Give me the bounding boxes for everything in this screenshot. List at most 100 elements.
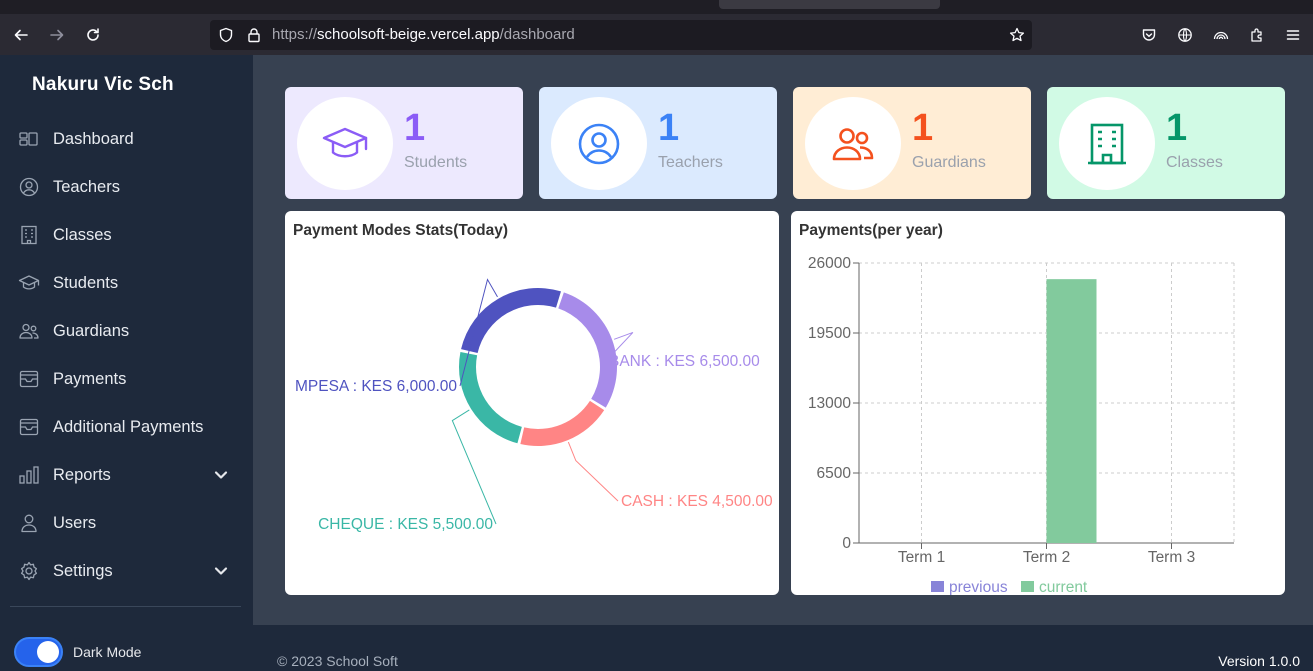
sidebar-item-settings[interactable]: Settings xyxy=(0,551,253,591)
globe-icon xyxy=(1178,28,1192,42)
forward-arrow-icon xyxy=(50,29,64,41)
donut-slice-cheque[interactable] xyxy=(459,352,522,444)
sidebar-item-label: Users xyxy=(53,513,97,532)
sidebar-divider xyxy=(10,606,241,607)
donut-slice-cash[interactable] xyxy=(520,400,605,446)
stat-icon-circle xyxy=(297,97,393,190)
donut-label: MPESA : KES 6,000.00 xyxy=(295,378,457,395)
dashboard-icon xyxy=(18,128,40,150)
footer-copyright: © 2023 School Soft xyxy=(277,653,398,669)
user-circle-icon xyxy=(578,123,620,164)
building-icon xyxy=(18,224,40,246)
url-bar[interactable]: https://schoolsoft-beige.vercel.app/dash… xyxy=(210,20,1032,50)
reload-button[interactable] xyxy=(78,20,108,50)
stat-card-guardians[interactable]: 1 Guardians xyxy=(793,87,1031,199)
legend-swatch xyxy=(1021,581,1034,592)
sidebar-item-label: Payments xyxy=(53,369,127,388)
users-icon xyxy=(832,127,874,160)
legend-label: current xyxy=(1039,579,1088,595)
sidebar: Nakuru Vic Sch Dashboard Teachers Classe… xyxy=(0,55,253,671)
x-tick-label: Term 1 xyxy=(898,549,945,566)
user-circle-icon xyxy=(18,176,40,198)
sidebar-item-classes[interactable]: Classes xyxy=(0,215,253,255)
stat-label: Classes xyxy=(1166,154,1223,171)
chevron-down-icon[interactable] xyxy=(213,467,229,483)
payments-per-year-panel: Payments(per year) 0 6500 13000 19500 26000 T… xyxy=(791,211,1285,595)
sidebar-item-dashboard[interactable]: Dashboard xyxy=(0,119,253,159)
forward-button[interactable] xyxy=(42,20,72,50)
pocket-icon xyxy=(1142,29,1156,41)
stat-label: Guardians xyxy=(912,154,986,171)
footer-version: Version 1.0.0 xyxy=(1218,653,1300,669)
stat-card-classes[interactable]: 1 Classes xyxy=(1047,87,1285,199)
payments-bar-chart: 0 6500 13000 19500 26000 Term 1 Term 2 Term 3 pr… xyxy=(808,255,1235,595)
legend-label: previous xyxy=(949,579,1008,595)
sidebar-item-users[interactable]: Users xyxy=(0,503,253,543)
puzzle-icon xyxy=(1251,28,1262,42)
chevron-down-icon[interactable] xyxy=(213,563,229,579)
sidebar-item-label: Additional Payments xyxy=(53,417,204,436)
donut-label: BANK : KES 6,500.00 xyxy=(609,353,760,370)
dark-mode-toggle[interactable] xyxy=(14,637,63,667)
globe-button[interactable] xyxy=(1170,20,1200,50)
graduation-cap-icon xyxy=(322,127,368,157)
y-tick-label: 0 xyxy=(842,535,851,552)
sidebar-item-label: Teachers xyxy=(53,177,120,196)
sidebar-item-students[interactable]: Students xyxy=(0,263,253,303)
x-tick-label: Term 3 xyxy=(1148,549,1195,566)
donut-label: CHEQUE : KES 5,500.00 xyxy=(318,516,493,533)
donut-label: CASH : KES 4,500.00 xyxy=(621,493,773,510)
footer: © 2023 School Soft Version 1.0.0 xyxy=(253,625,1313,671)
pocket-button[interactable] xyxy=(1134,20,1164,50)
hamburger-icon xyxy=(1286,30,1300,40)
dark-mode-toggle-row: Dark Mode xyxy=(14,637,141,667)
sidebar-item-teachers[interactable]: Teachers xyxy=(0,167,253,207)
gear-icon xyxy=(18,560,40,582)
sidebar-item-guardians[interactable]: Guardians xyxy=(0,311,253,351)
stat-value: 1 xyxy=(912,107,934,149)
bar-current-term-2[interactable] xyxy=(1046,279,1097,543)
toggle-knob xyxy=(37,641,59,663)
stat-value: 1 xyxy=(658,107,680,149)
lock-icon[interactable] xyxy=(246,27,262,43)
x-tick-label: Term 2 xyxy=(1023,549,1070,566)
sidebar-item-reports[interactable]: Reports xyxy=(0,455,253,495)
user-icon xyxy=(18,512,40,534)
sidebar-item-label: Guardians xyxy=(53,321,130,340)
stat-label: Students xyxy=(404,154,468,171)
y-tick-label: 26000 xyxy=(808,255,851,272)
sidebar-item-label: Students xyxy=(53,273,119,292)
shield-icon[interactable] xyxy=(218,27,234,43)
stat-icon-circle xyxy=(1059,97,1155,190)
back-button[interactable] xyxy=(6,20,36,50)
menu-button[interactable] xyxy=(1278,20,1308,50)
bar-chart-icon xyxy=(18,464,40,486)
url-text[interactable]: https://schoolsoft-beige.vercel.app/dash… xyxy=(272,26,575,43)
stat-card-teachers[interactable]: 1 Teachers xyxy=(539,87,777,199)
sidebar-item-label: Classes xyxy=(53,225,112,244)
vpn-button[interactable] xyxy=(1206,20,1236,50)
sidebar-item-additional-payments[interactable]: Additional Payments xyxy=(0,407,253,447)
stat-label: Teachers xyxy=(658,154,723,171)
reload-icon xyxy=(87,28,99,41)
graduation-cap-icon xyxy=(18,272,40,294)
inbox-icon xyxy=(18,368,40,390)
y-tick-label: 6500 xyxy=(817,465,852,482)
stat-icon-circle xyxy=(551,97,647,190)
browser-toolbar: https://schoolsoft-beige.vercel.app/dash… xyxy=(0,14,1313,55)
extensions-button[interactable] xyxy=(1242,20,1272,50)
main-content: 1 Students 1 Teachers 1 Guardians 1 Clas… xyxy=(253,55,1313,625)
donut-slice-mpesa[interactable] xyxy=(461,288,561,353)
payment-modes-panel: Payment Modes Stats(Today) BANK : KES 6,… xyxy=(285,211,779,595)
stat-card-students[interactable]: 1 Students xyxy=(285,87,523,199)
sidebar-item-payments[interactable]: Payments xyxy=(0,359,253,399)
url-scheme: https:// xyxy=(272,26,318,43)
stat-value: 1 xyxy=(1166,107,1188,149)
bookmark-star-icon[interactable] xyxy=(1009,27,1025,43)
sidebar-item-label: Dashboard xyxy=(53,129,134,148)
users-icon xyxy=(18,320,40,342)
payment-modes-donut-chart: BANK : KES 6,500.00 CASH : KES 4,500.00 CH… xyxy=(295,278,773,533)
y-tick-label: 13000 xyxy=(808,395,851,412)
active-tab[interactable] xyxy=(719,0,940,9)
donut-slice-bank[interactable] xyxy=(558,292,617,408)
